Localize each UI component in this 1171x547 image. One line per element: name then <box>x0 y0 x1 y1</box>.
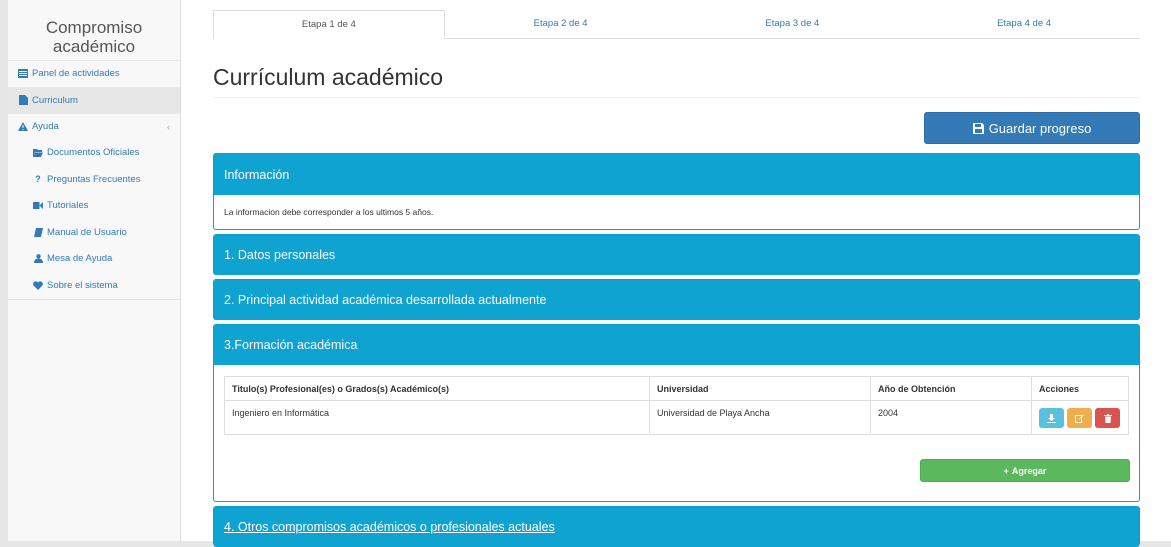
edit-button[interactable] <box>1067 408 1092 428</box>
app-brand[interactable]: Compromiso académico <box>8 0 180 60</box>
main-content: Etapa 1 de 4 Etapa 2 de 4 Etapa 3 de 4 E… <box>181 0 1171 547</box>
brand-line-2: académico <box>52 37 136 56</box>
column-header-acciones: Acciones <box>1031 376 1129 401</box>
tab-etapa-2[interactable]: Etapa 2 de 4 <box>445 10 677 38</box>
cell-universidad: Universidad de Playa Ancha <box>649 400 871 435</box>
sidebar-item-label: Preguntas Frecuentes <box>47 173 141 185</box>
panel-formacion-academica: 3.Formación académica Titulo(s) Profesio… <box>213 324 1140 502</box>
book-icon <box>33 227 43 237</box>
sidebar-item-ayuda[interactable]: Ayuda ‹ <box>8 113 180 140</box>
download-icon <box>1047 413 1056 423</box>
add-button-label: Agregar <box>1011 465 1047 476</box>
trash-icon <box>1103 413 1112 423</box>
question-icon: ? <box>35 174 41 185</box>
panel-header-link[interactable]: 4. Otros compromisos académicos o profes… <box>224 520 555 534</box>
sidebar-item-label: Tutoriales <box>47 200 89 212</box>
plus-icon: + <box>1003 465 1009 476</box>
education-table: Titulo(s) Profesional(es) o Grados(s) Ac… <box>224 376 1129 435</box>
user-icon <box>33 254 43 264</box>
panel-header[interactable]: 3.Formación académica <box>214 325 1139 365</box>
table-header-row: Titulo(s) Profesional(es) o Grados(s) Ac… <box>224 376 1129 401</box>
row-actions <box>1039 408 1121 428</box>
brand-line-1: Compromiso <box>45 18 143 37</box>
info-panel-text: La informacion debe corresponder a los u… <box>224 207 434 217</box>
stage-tabs: Etapa 1 de 4 Etapa 2 de 4 Etapa 3 de 4 E… <box>213 10 1140 39</box>
info-panel: Información La informacion debe correspo… <box>213 153 1140 230</box>
dashboard-icon <box>18 69 28 79</box>
sidebar-item-label: Curriculum <box>32 94 78 106</box>
sidebar-item-tutoriales[interactable]: Tutoriales <box>8 193 180 220</box>
sidebar-item-sobre-el-sistema[interactable]: Sobre el sistema <box>8 272 180 299</box>
title-divider <box>213 97 1140 98</box>
info-panel-header: Información <box>214 154 1139 195</box>
sidebar-item-label: Ayuda <box>32 121 59 133</box>
cell-ano: 2004 <box>870 400 1032 435</box>
tab-etapa-4[interactable]: Etapa 4 de 4 <box>908 10 1140 38</box>
column-header-universidad: Universidad <box>649 376 871 401</box>
cell-acciones <box>1031 400 1129 435</box>
table-row: Ingeniero en Informática Universidad de … <box>224 400 1129 435</box>
sidebar-item-label: Sobre el sistema <box>47 279 118 291</box>
sidebar-item-preguntas-frecuentes[interactable]: ? Preguntas Frecuentes <box>8 166 180 193</box>
sidebar-item-curriculum[interactable]: Curriculum <box>8 86 180 113</box>
warning-icon <box>18 122 28 132</box>
save-progress-button[interactable]: Guardar progreso <box>924 112 1140 144</box>
panel-header[interactable]: 1. Datos personales <box>214 235 1139 275</box>
file-icon <box>18 95 28 106</box>
panel-datos-personales[interactable]: 1. Datos personales <box>213 234 1140 275</box>
sidebar-item-manual-de-usuario[interactable]: Manual de Usuario <box>8 219 180 246</box>
sidebar-item-mesa-de-ayuda[interactable]: Mesa de Ayuda <box>8 246 180 273</box>
save-progress-label: Guardar progreso <box>988 120 1092 136</box>
folder-open-icon <box>33 148 43 158</box>
sidebar-item-documentos-oficiales[interactable]: Documentos Oficiales <box>8 140 180 167</box>
cell-titulo: Ingeniero en Informática <box>224 400 650 435</box>
sidebar-item-label: Panel de actividades <box>32 68 120 80</box>
download-button[interactable] <box>1039 408 1064 428</box>
chevron-left-icon: ‹ <box>167 121 170 132</box>
page-title: Currículum académico <box>213 64 444 90</box>
add-button[interactable]: + Agregar <box>920 459 1130 482</box>
edit-icon <box>1075 414 1084 423</box>
panel-header: 4. Otros compromisos académicos o profes… <box>214 507 1139 547</box>
sidebar-item-label: Manual de Usuario <box>47 226 127 238</box>
column-header-ano: Año de Obtención <box>870 376 1032 401</box>
panel-otros-compromisos[interactable]: 4. Otros compromisos académicos o profes… <box>213 506 1140 547</box>
sidebar: Compromiso académico Panel de actividade… <box>8 0 181 541</box>
panel-header[interactable]: 2. Principal actividad académica desarro… <box>214 280 1139 320</box>
sidebar-item-panel-de-actividades[interactable]: Panel de actividades <box>8 60 180 87</box>
tab-etapa-1[interactable]: Etapa 1 de 4 <box>213 10 445 39</box>
column-header-titulo: Titulo(s) Profesional(es) o Grados(s) Ac… <box>224 376 650 401</box>
panel-actividad-academica[interactable]: 2. Principal actividad académica desarro… <box>213 279 1140 320</box>
sidebar-nav: Panel de actividades Curriculum Ayuda ‹ … <box>8 60 180 300</box>
heart-icon <box>33 280 43 290</box>
delete-button[interactable] <box>1095 408 1120 428</box>
sidebar-item-label: Mesa de Ayuda <box>47 253 113 265</box>
video-camera-icon <box>33 201 43 211</box>
save-icon <box>972 122 984 134</box>
tab-etapa-3[interactable]: Etapa 3 de 4 <box>677 10 909 38</box>
sidebar-item-label: Documentos Oficiales <box>47 147 140 159</box>
